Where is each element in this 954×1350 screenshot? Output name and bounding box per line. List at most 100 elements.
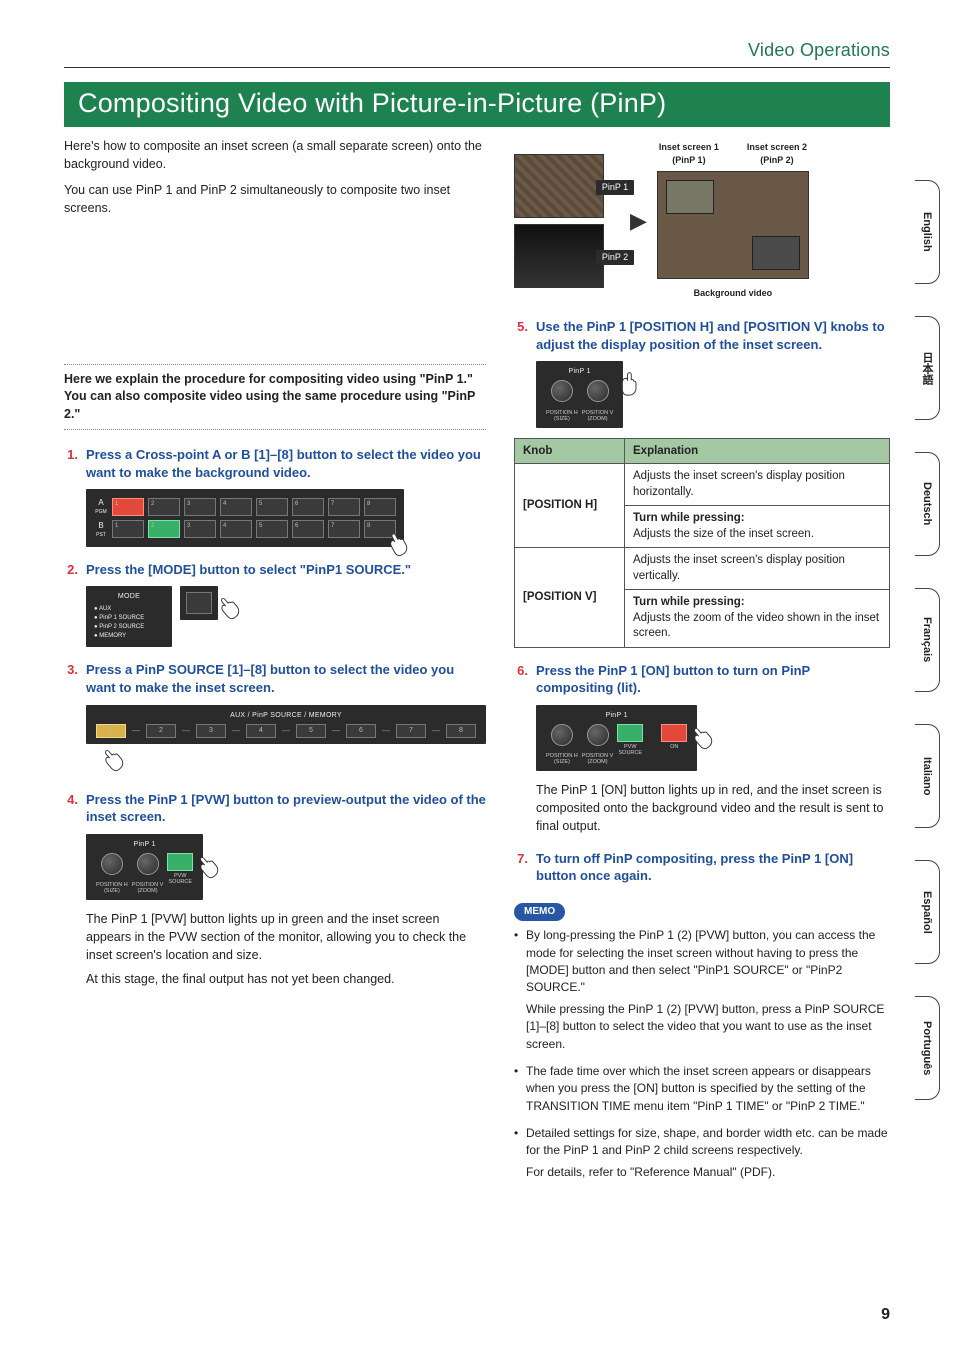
step-3-text: Press a PinP SOURCE [1]–[8] button to se… (86, 661, 486, 696)
pointing-hand-icon (613, 367, 643, 406)
crosspoint-a-4[interactable]: 4 (220, 498, 252, 516)
lang-tab-english[interactable]: English (915, 180, 940, 284)
knobs-figure: PinP 1 POSITION H(SIZE) POSITION V(ZOOM) (536, 361, 890, 427)
mode-item-memory: ● MEMORY (94, 632, 164, 641)
step-4-title: 4. Press the PinP 1 [PVW] button to prev… (64, 791, 486, 826)
step-1-number: 1. (64, 446, 78, 481)
step-6-body: The PinP 1 [ON] button lights up in red,… (536, 781, 890, 835)
aux-btn-4[interactable]: 4 (246, 724, 276, 738)
step-5-number: 5. (514, 318, 528, 353)
step-6-title: 6. Press the PinP 1 [ON] button to turn … (514, 662, 890, 697)
thumb-source-1 (514, 154, 604, 218)
step-7-text: To turn off PinP compositing, press the … (536, 850, 890, 885)
crosspoint-a-7[interactable]: 7 (328, 498, 360, 516)
mode-item-aux: ● AUX (94, 605, 164, 614)
crosspoint-a-2[interactable]: 2 (148, 498, 180, 516)
crosspoint-b-1[interactable]: 1 (112, 520, 144, 538)
mode-header: MODE (94, 592, 164, 602)
row-a-sub: PGM (94, 509, 108, 516)
crosspoint-a-6[interactable]: 6 (292, 498, 324, 516)
step-5-text: Use the PinP 1 [POSITION H] and [POSITIO… (536, 318, 890, 353)
crosspoint-b-5[interactable]: 5 (256, 520, 288, 538)
pinp1-header: PinP 1 (546, 367, 613, 377)
crosspoint-b-3[interactable]: 3 (184, 520, 216, 538)
pinp1-header: PinP 1 (96, 840, 193, 850)
step-5-title: 5. Use the PinP 1 [POSITION H] and [POSI… (514, 318, 890, 353)
memo-item-1: By long-pressing the PinP 1 (2) [PVW] bu… (514, 927, 890, 1053)
right-column: PinP 1 PinP 2 ▶ (514, 137, 890, 1191)
table-r1b: Turn while pressing:Adjusts the size of … (625, 506, 890, 548)
table-r2b: Turn while pressing:Adjusts the zoom of … (625, 590, 890, 648)
aux-btn-2[interactable]: 2 (146, 724, 176, 738)
aux-btn-8[interactable]: 8 (446, 724, 476, 738)
lang-tab-francais[interactable]: Français (915, 588, 940, 692)
position-h-knob[interactable] (101, 853, 123, 875)
step-6-note: The PinP 1 [ON] button lights up in red,… (536, 781, 890, 835)
step-4-body: The PinP 1 [PVW] button lights up in gre… (86, 910, 486, 989)
row-b-sub: PST (94, 532, 108, 539)
crosspoint-figure: APGM 1 2 3 4 5 6 7 8 BPST 1 2 3 (86, 489, 486, 547)
aux-btn-1[interactable]: 1 (96, 724, 126, 738)
lang-tab-deutsch[interactable]: Deutsch (915, 452, 940, 556)
page-title: Compositing Video with Picture-in-Pictur… (64, 82, 890, 127)
aux-btn-7[interactable]: 7 (396, 724, 426, 738)
crosspoint-b-7[interactable]: 7 (328, 520, 360, 538)
memo-list: By long-pressing the PinP 1 (2) [PVW] bu… (514, 927, 890, 1181)
crosspoint-b-6[interactable]: 6 (292, 520, 324, 538)
table-r2a: Adjusts the inset screen's display posit… (625, 548, 890, 590)
position-v-knob[interactable] (137, 853, 159, 875)
crosspoint-b-2[interactable]: 2 (148, 520, 180, 538)
pointing-hand-icon (685, 722, 715, 761)
output-pip1 (666, 180, 714, 214)
diagram-pinp1-label: PinP 1 (596, 180, 634, 195)
step-1-text: Press a Cross-point A or B [1]–[8] butto… (86, 446, 486, 481)
table-header-explanation: Explanation (625, 438, 890, 464)
memo-item-2: The fade time over which the inset scree… (514, 1063, 890, 1115)
pvw-figure: PinP 1 POSITION H(SIZE) POSITION V(ZOOM)… (86, 834, 486, 900)
header-breadcrumb: Video Operations (64, 40, 890, 61)
aux-btn-3[interactable]: 3 (196, 724, 226, 738)
page-number: 9 (881, 1306, 890, 1324)
crosspoint-a-8[interactable]: 8 (364, 498, 396, 516)
table-row: [POSITION H] Adjusts the inset screen's … (515, 464, 890, 506)
table-r2-knob: [POSITION V] (515, 548, 625, 648)
language-tabs: English 日本語 Deutsch Français Italiano Es… (915, 180, 940, 1100)
crosspoint-a-1[interactable]: 1 (112, 498, 144, 516)
position-v-knob[interactable] (587, 724, 609, 746)
table-r1-knob: [POSITION H] (515, 464, 625, 548)
output-pip2 (752, 236, 800, 270)
crosspoint-a-5[interactable]: 5 (256, 498, 288, 516)
position-h-knob[interactable] (551, 724, 573, 746)
intro-p1: Here's how to composite an inset screen … (64, 137, 486, 173)
header-rule (64, 67, 890, 68)
lang-tab-japanese[interactable]: 日本語 (915, 316, 940, 420)
memo-label: MEMO (514, 903, 565, 922)
step-2-title: 2. Press the [MODE] button to select "Pi… (64, 561, 486, 579)
aux-btn-5[interactable]: 5 (296, 724, 326, 738)
table-header-knob: Knob (515, 438, 625, 464)
aux-btn-6[interactable]: 6 (346, 724, 376, 738)
position-v-knob[interactable] (587, 380, 609, 402)
step-6-text: Press the PinP 1 [ON] button to turn on … (536, 662, 890, 697)
lang-tab-espanol[interactable]: Español (915, 860, 940, 964)
aux-figure: AUX / PinP SOURCE / MEMORY 1— 2— 3— 4— 5… (86, 705, 486, 777)
crosspoint-b-4[interactable]: 4 (220, 520, 252, 538)
step-4-number: 4. (64, 791, 78, 826)
crosspoint-a-3[interactable]: 3 (184, 498, 216, 516)
mode-item-pinp2: ● PinP 2 SOURCE (94, 623, 164, 632)
diagram-inset2-caption: Inset screen 2(PinP 2) (747, 141, 807, 167)
pvw-button[interactable] (617, 724, 643, 742)
aux-header: AUX / PinP SOURCE / MEMORY (96, 711, 476, 721)
step-3-title: 3. Press a PinP SOURCE [1]–[8] button to… (64, 661, 486, 696)
step-1-title: 1. Press a Cross-point A or B [1]–[8] bu… (64, 446, 486, 481)
lang-tab-portugues[interactable]: Português (915, 996, 940, 1100)
arrow-right-icon: ▶ (630, 205, 647, 237)
lang-tab-italiano[interactable]: Italiano (915, 724, 940, 828)
position-h-knob[interactable] (551, 380, 573, 402)
memo-item-3: Detailed settings for size, shape, and b… (514, 1125, 890, 1181)
intro-p2: You can use PinP 1 and PinP 2 simultaneo… (64, 181, 486, 217)
pointing-hand-icon (191, 851, 221, 890)
knob-table: Knob Explanation [POSITION H] Adjusts th… (514, 438, 890, 648)
pinp1-header: PinP 1 (546, 711, 687, 721)
step-7-number: 7. (514, 850, 528, 885)
